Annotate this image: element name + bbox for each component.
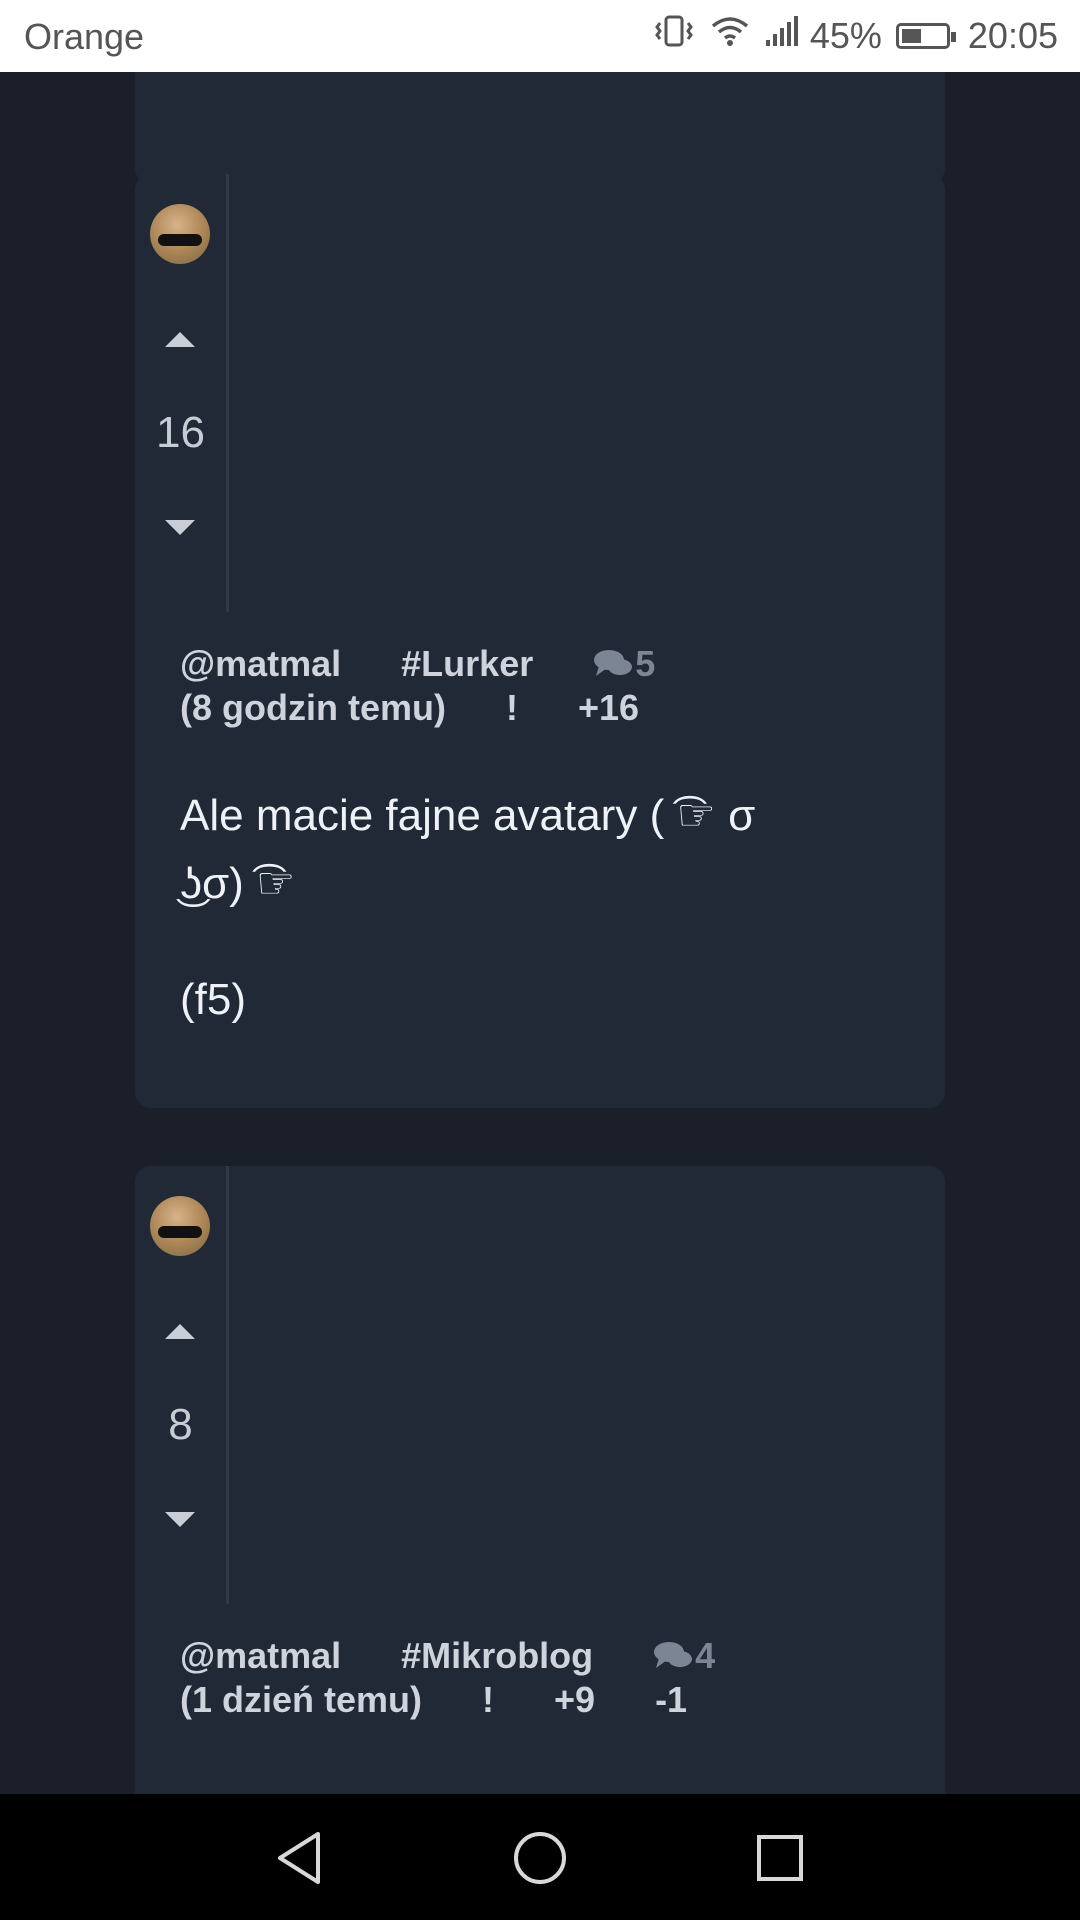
post-body-line: ͜ʖσ) ͡☞ <box>180 859 296 908</box>
back-icon[interactable] <box>270 1828 330 1888</box>
vote-count: 8 <box>168 1400 193 1449</box>
post-body-line: (f5) <box>180 975 246 1024</box>
author-link[interactable]: @matmal <box>180 642 341 686</box>
battery-percent: 45% <box>809 14 882 56</box>
avatar-glasses <box>158 234 202 246</box>
comments-link[interactable]: 5 <box>593 642 655 686</box>
wifi-icon <box>710 14 750 57</box>
vote-column: 16 <box>135 174 229 612</box>
vote-column: 8 <box>135 1166 229 1604</box>
plus-votes: +9 <box>554 1679 596 1720</box>
author-link[interactable]: @matmal <box>180 1634 341 1678</box>
upvote-icon[interactable] <box>165 1324 195 1339</box>
status-icons: 45% 20:05 <box>652 14 1058 57</box>
downvote-icon[interactable] <box>165 1512 195 1527</box>
feed[interactable]: 16 @matmal #Lurker 5 (8 godzin temu) ! +… <box>0 72 1080 1794</box>
comments-count: 4 <box>695 1635 716 1676</box>
post-card: 16 @matmal #Lurker 5 (8 godzin temu) ! +… <box>135 174 945 1108</box>
upvote-icon[interactable] <box>165 332 195 347</box>
avatar[interactable] <box>150 1196 210 1256</box>
vote-count: 16 <box>156 408 205 457</box>
post-meta: @matmal #Mikroblog 4 (1 dzień temu) ! +9… <box>180 1634 715 1722</box>
downvote-icon[interactable] <box>165 520 195 535</box>
plus-votes: +16 <box>577 687 640 728</box>
avatar[interactable] <box>150 204 210 264</box>
tag-link[interactable]: #Lurker <box>401 642 533 686</box>
comments-count: 5 <box>635 643 656 684</box>
clock: 20:05 <box>967 14 1058 56</box>
comments-icon <box>594 650 633 676</box>
report-icon[interactable]: ! <box>506 686 518 730</box>
home-icon[interactable] <box>510 1828 570 1888</box>
post-card: 8 @matmal #Mikroblog 4 (1 dzień temu) ! … <box>135 1166 945 1794</box>
post-card-previous <box>135 72 945 184</box>
vibrate-icon <box>652 14 696 57</box>
carrier-label: Orange <box>24 16 145 57</box>
comments-icon <box>654 1642 693 1668</box>
recents-icon[interactable] <box>750 1828 810 1888</box>
post-body: Ale macie fajne avatary ( ͡☞ σ ͜ʖσ) ͡☞ (… <box>180 782 900 1034</box>
post-time: (8 godzin temu) <box>180 687 446 728</box>
report-icon[interactable]: ! <box>482 1678 494 1722</box>
post-time: (1 dzień temu) <box>180 1679 423 1720</box>
avatar-glasses <box>158 1226 202 1238</box>
signal-icon <box>764 14 804 57</box>
navigation-bar <box>0 1794 1080 1920</box>
post-meta: @matmal #Lurker 5 (8 godzin temu) ! +16 <box>180 642 655 730</box>
status-bar: Orange 45% 20:05 <box>0 0 1080 72</box>
battery-fill <box>901 28 921 43</box>
battery-icon <box>895 22 956 49</box>
minus-votes: -1 <box>655 1679 688 1720</box>
comments-link[interactable]: 4 <box>653 1634 715 1678</box>
tag-link[interactable]: #Mikroblog <box>401 1634 593 1678</box>
post-body-line: Ale macie fajne avatary ( ͡☞ σ <box>180 791 756 840</box>
